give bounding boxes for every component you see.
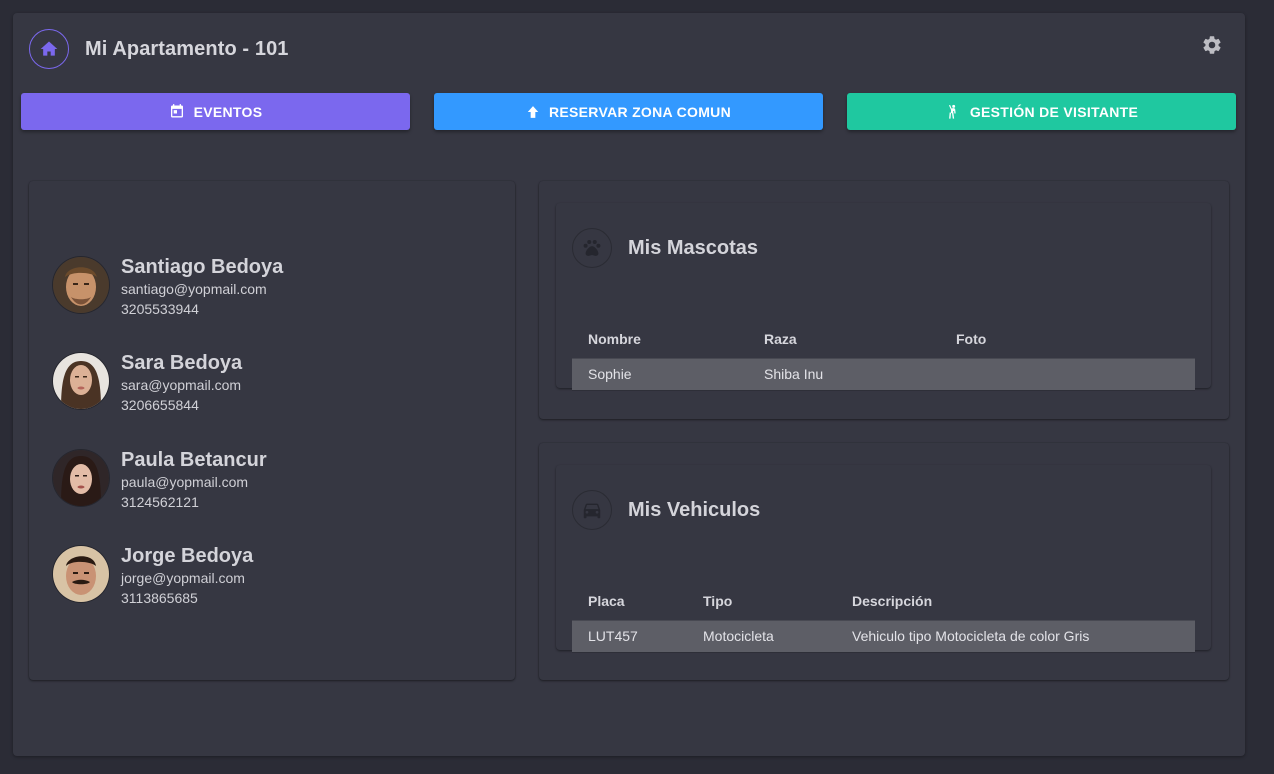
resident-name: Sara Bedoya: [121, 352, 243, 374]
column-header: Placa: [588, 592, 625, 609]
vehicles-card: Mis Vehiculos Placa Tipo Descripción LUT…: [556, 465, 1211, 653]
resident-phone: 3206655844: [121, 397, 199, 413]
vehicles-header: Mis Vehiculos: [572, 490, 760, 530]
resident-email: sara@yopmail.com: [121, 377, 242, 393]
pets-card: Mis Mascotas Nombre Raza Foto Sophie Shi…: [556, 203, 1211, 391]
vehicles-table: Placa Tipo Descripción LUT457 Motociclet…: [572, 582, 1195, 653]
eventos-label: EVENTOS: [193, 103, 263, 120]
pets-title: Mis Mascotas: [628, 236, 759, 259]
vehicle-type-cell: Motocicleta: [687, 619, 836, 653]
vehicle-plate-cell: LUT457: [572, 619, 687, 653]
pet-name-cell: Sophie: [572, 357, 748, 391]
eventos-button[interactable]: EVENTOS: [21, 93, 410, 130]
visitante-label: GESTIÓN DE VISITANTE: [969, 103, 1139, 120]
table-row[interactable]: Sophie Shiba Inu: [572, 357, 1195, 391]
avatar: [53, 257, 109, 313]
gestion-visitante-button[interactable]: GESTIÓN DE VISITANTE: [847, 93, 1236, 130]
pet-breed-cell: Shiba Inu: [748, 357, 940, 391]
settings-button[interactable]: [1200, 33, 1224, 57]
page-header: Mi Apartamento - 101: [29, 29, 289, 69]
resident-name: Paula Betancur: [121, 449, 267, 471]
table-row[interactable]: LUT457 Motocicleta Vehiculo tipo Motocic…: [572, 619, 1195, 653]
resident-name: Santiago Bedoya: [121, 256, 284, 278]
resident-item[interactable]: Paula Betancur paula@yopmail.com 3124562…: [53, 448, 267, 512]
avatar: [53, 450, 109, 506]
pets-header: Mis Mascotas: [572, 228, 758, 268]
person-waving-icon: [948, 104, 956, 119]
avatar: [53, 353, 109, 409]
paw-icon: [572, 228, 612, 268]
resident-phone: 3113865685: [121, 590, 198, 606]
resident-name: Jorge Bedoya: [121, 545, 254, 567]
resident-phone: 3124562121: [121, 494, 199, 510]
pet-photo-cell: [940, 357, 1195, 391]
reservar-zona-comun-button[interactable]: RESERVAR ZONA COMUN: [434, 93, 823, 130]
car-icon: [572, 490, 612, 530]
apartment-panel: Mi Apartamento - 101 EVENTOS RESERVAR ZO…: [13, 13, 1245, 756]
column-header: Descripción: [852, 592, 933, 609]
resident-email: santiago@yopmail.com: [121, 281, 267, 297]
resident-item[interactable]: Jorge Bedoya jorge@yopmail.com 311386568…: [53, 544, 253, 608]
resident-email: jorge@yopmail.com: [121, 570, 245, 586]
page-title: Mi Apartamento - 101: [85, 37, 289, 60]
home-icon: [29, 29, 69, 69]
residents-card: Santiago Bedoya santiago@yopmail.com 320…: [29, 181, 515, 680]
column-header: Foto: [956, 330, 987, 347]
resident-email: paula@yopmail.com: [121, 474, 249, 490]
pets-table: Nombre Raza Foto Sophie Shiba Inu: [572, 320, 1195, 391]
pets-section: Mis Mascotas Nombre Raza Foto Sophie Shi…: [539, 181, 1229, 419]
calendar-icon: [170, 104, 183, 118]
vehicle-description-cell: Vehiculo tipo Motocicleta de color Gris: [836, 619, 1195, 653]
resident-phone: 3205533944: [121, 301, 199, 317]
column-header: Tipo: [703, 592, 733, 609]
avatar: [53, 546, 109, 602]
reservar-label: RESERVAR ZONA COMUN: [548, 103, 731, 120]
resident-item[interactable]: Sara Bedoya sara@yopmail.com 3206655844: [53, 351, 242, 415]
vehicles-title: Mis Vehiculos: [628, 498, 761, 521]
column-header: Raza: [764, 330, 797, 347]
house-arrow-icon: [527, 105, 539, 118]
column-header: Nombre: [588, 330, 641, 347]
resident-item[interactable]: Santiago Bedoya santiago@yopmail.com 320…: [53, 255, 283, 319]
gear-icon: [1203, 36, 1221, 54]
vehicles-section: Mis Vehiculos Placa Tipo Descripción LUT…: [539, 443, 1229, 680]
